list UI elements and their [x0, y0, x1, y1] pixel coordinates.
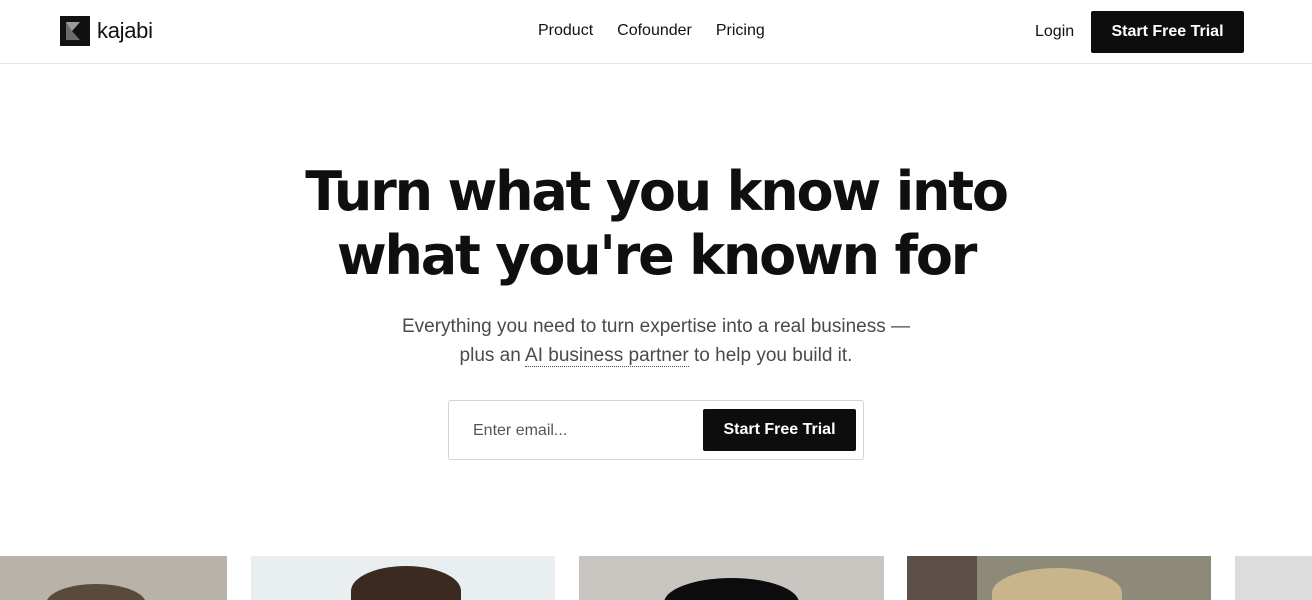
- hero-title: Turn what you know into what you're know…: [0, 160, 1312, 288]
- site-header: kajabi Product Cofounder Pricing Login S…: [0, 0, 1312, 64]
- person-hair: [46, 584, 146, 600]
- testimonial-photo: [579, 556, 884, 600]
- testimonial-photo: [1235, 556, 1312, 600]
- hero-subtitle-line-1: Everything you need to turn expertise in…: [401, 316, 910, 337]
- main-nav: Product Cofounder Pricing: [538, 20, 789, 42]
- ai-business-partner-link[interactable]: AI business partner: [525, 345, 689, 367]
- logo-text: kajabi: [97, 18, 153, 43]
- email-input[interactable]: [461, 411, 701, 451]
- subtitle-suffix: to help you build it.: [688, 345, 853, 366]
- subtitle-prefix: plus an: [459, 345, 526, 366]
- nav-item-pricing[interactable]: Pricing: [716, 20, 765, 42]
- nav-item-product[interactable]: Product: [538, 20, 593, 42]
- person-hair: [664, 578, 799, 600]
- login-link[interactable]: Login: [1035, 21, 1074, 43]
- testimonial-photo: [907, 556, 1211, 600]
- kajabi-logo[interactable]: kajabi: [60, 16, 153, 46]
- kajabi-logo-icon: [60, 16, 90, 46]
- testimonial-photo: [0, 556, 227, 600]
- testimonial-photo: [251, 556, 555, 600]
- hero-subtitle: Everything you need to turn expertise in…: [0, 312, 1312, 370]
- hero-title-line-2: what you're known for: [336, 224, 978, 287]
- background-detail: [907, 556, 977, 600]
- hero-title-line-1: Turn what you know into: [305, 160, 1009, 223]
- form-start-free-trial-button[interactable]: Start Free Trial: [703, 409, 856, 451]
- nav-item-cofounder[interactable]: Cofounder: [617, 20, 692, 42]
- header-start-free-trial-button[interactable]: Start Free Trial: [1091, 11, 1244, 53]
- person-hair: [351, 566, 461, 600]
- person-hair: [992, 568, 1122, 600]
- signup-form: Start Free Trial: [448, 400, 864, 460]
- hero-subtitle-line-2: plus an AI business partner to help you …: [0, 341, 1312, 370]
